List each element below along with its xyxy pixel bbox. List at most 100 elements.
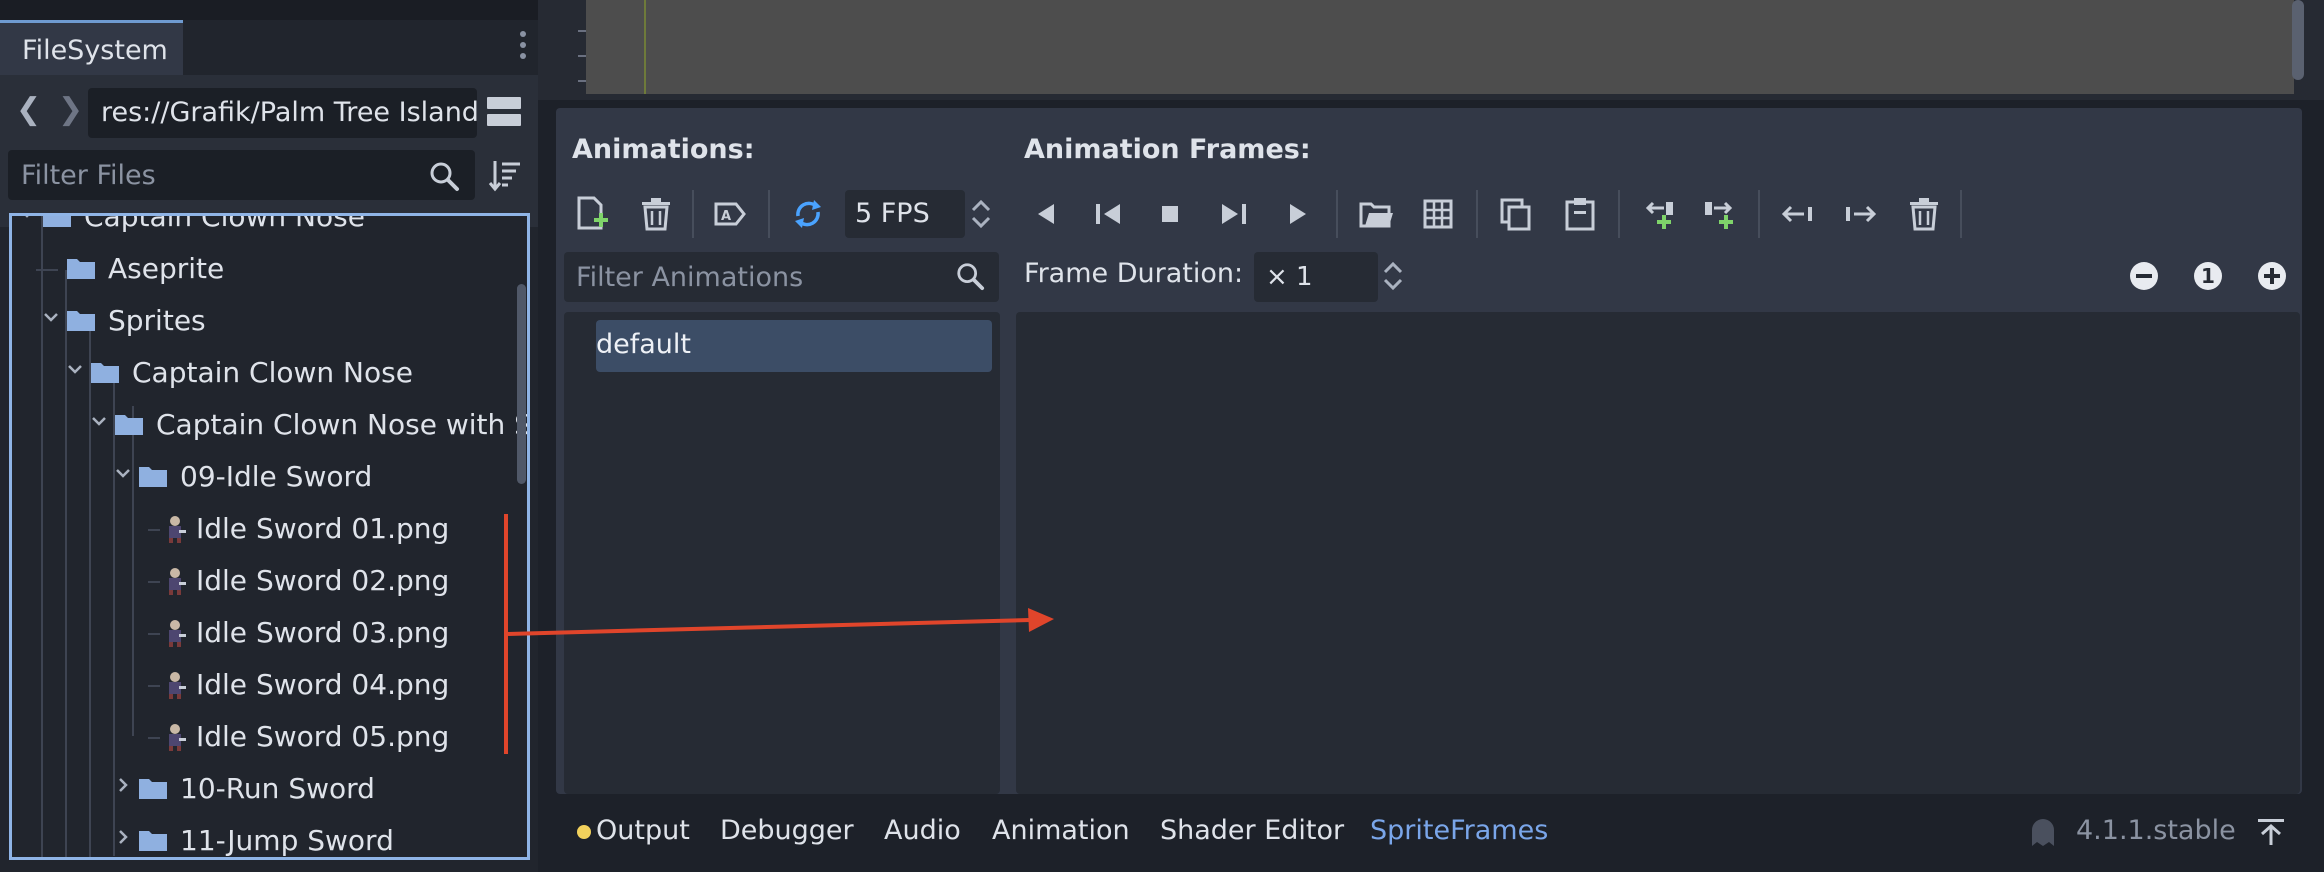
toolbar-separator <box>1476 190 1478 238</box>
move-frame-right-icon[interactable] <box>1842 194 1878 234</box>
autoplay-on-load-icon[interactable]: A <box>712 194 748 234</box>
sprite-file-icon <box>169 568 186 595</box>
zoom-in-icon[interactable] <box>2256 260 2288 292</box>
sprite-file-icon <box>169 672 186 699</box>
tree-file-item[interactable]: Idle Sword 03.png <box>12 609 512 659</box>
add-frame-from-file-icon[interactable] <box>1358 194 1394 234</box>
chevron-down-icon[interactable] <box>114 464 132 482</box>
dock-menu-icon[interactable] <box>512 28 534 68</box>
animation-item-default[interactable]: default <box>596 320 992 372</box>
tab-filesystem[interactable]: FileSystem <box>0 20 183 75</box>
toolbar-separator <box>1336 190 1338 238</box>
path-field[interactable]: res://Grafik/Palm Tree Island/Sprites/Ca… <box>88 88 477 138</box>
tree-scrollbar-thumb[interactable] <box>517 284 526 484</box>
tree-item-label: Aseprite <box>108 252 225 285</box>
search-icon <box>955 261 985 291</box>
chevron-down-icon[interactable] <box>66 360 84 378</box>
filter-files-input[interactable]: Filter Files <box>8 150 475 200</box>
toolbar-separator <box>1758 190 1760 238</box>
tree-file-item[interactable]: Idle Sword 04.png <box>12 661 512 711</box>
folder-icon <box>43 216 71 227</box>
tab-animation[interactable]: Animation <box>992 815 1130 846</box>
sprite-file-icon <box>169 516 186 543</box>
expand-panel-icon[interactable] <box>2256 816 2286 848</box>
paste-frame-icon[interactable] <box>1562 194 1598 234</box>
tree-item-label: 09-Idle Sword <box>180 460 373 493</box>
play-forward-icon[interactable] <box>1216 194 1252 234</box>
delete-frame-icon[interactable] <box>1906 194 1942 234</box>
filter-animations-placeholder: Filter Animations <box>576 262 804 293</box>
viewport-scrollbar[interactable] <box>2292 0 2304 80</box>
toolbar-separator <box>692 190 694 238</box>
path-text: res://Grafik/Palm Tree Island/Sprites/Ca… <box>101 97 477 128</box>
tree-folder-item[interactable]: Captain Clown Nose with Sword <box>12 401 527 451</box>
tree-item-label: Captain Clown Nose with Sword <box>156 408 527 441</box>
frame-duration-label: Frame Duration: <box>1024 258 1244 289</box>
chevron-down-icon[interactable] <box>18 213 36 222</box>
folder-icon <box>139 831 167 851</box>
move-frame-left-icon[interactable] <box>1780 194 1816 234</box>
tree-folder-item[interactable]: Sprites <box>12 297 512 347</box>
tree-item-label: Idle Sword 01.png <box>196 512 450 545</box>
fps-value: 5 FPS <box>855 198 930 229</box>
copy-frame-icon[interactable] <box>1498 194 1534 234</box>
add-frames-from-sheet-icon[interactable] <box>1420 194 1456 234</box>
forward-arrow-icon[interactable]: ❯ <box>58 92 83 127</box>
sprite-file-icon <box>169 620 186 647</box>
tree-folder-item[interactable]: Captain Clown Nose <box>12 349 512 399</box>
tree-item-label: 11-Jump Sword <box>180 824 394 857</box>
tree-item-label: Idle Sword 02.png <box>196 564 450 597</box>
play-backwards-from-end-icon[interactable] <box>1028 194 1064 234</box>
tree-item-label: 10-Run Sword <box>180 772 375 805</box>
tree-file-item[interactable]: Idle Sword 02.png <box>12 557 512 607</box>
dock-splitter[interactable] <box>538 0 556 100</box>
tree-folder-item[interactable]: 10-Run Sword <box>12 765 512 815</box>
frames-drop-area[interactable] <box>1016 312 2300 794</box>
tree-folder-item[interactable]: 11-Jump Sword <box>12 817 512 857</box>
zoom-out-icon[interactable] <box>2128 260 2160 292</box>
fps-spinbox[interactable]: 5 FPS <box>845 190 965 238</box>
chevron-right-icon[interactable] <box>114 776 132 794</box>
animation-item-label: default <box>596 329 692 360</box>
tab-debugger[interactable]: Debugger <box>720 815 854 846</box>
sort-icon[interactable] <box>488 158 522 192</box>
canvas-2d[interactable] <box>586 0 2294 94</box>
animation-frames-header: Animation Frames: <box>1024 134 1311 165</box>
chevron-right-icon[interactable] <box>114 828 132 846</box>
tree-folder-item[interactable]: Captain Clown Nose <box>12 213 512 243</box>
tree-folder-item[interactable]: 09-Idle Sword <box>12 453 512 503</box>
toggle-split-mode-icon[interactable] <box>487 97 521 131</box>
tree-file-item[interactable]: Idle Sword 01.png <box>12 505 512 555</box>
toolbar-separator <box>768 190 770 238</box>
stop-icon[interactable] <box>1152 194 1188 234</box>
toolbar-separator <box>1618 190 1620 238</box>
chevron-down-icon[interactable] <box>42 308 60 326</box>
filter-animations-input[interactable]: Filter Animations <box>564 252 999 302</box>
frame-duration-spinbox[interactable]: × 1 <box>1254 252 1378 302</box>
tab-filesystem-label: FileSystem <box>22 35 168 66</box>
animations-header: Animations: <box>572 134 755 165</box>
sprite-file-icon <box>169 724 186 751</box>
new-animation-icon[interactable] <box>574 194 610 234</box>
loop-icon[interactable] <box>790 194 826 234</box>
tree-item-label: Captain Clown Nose <box>132 356 413 389</box>
tab-shader-editor[interactable]: Shader Editor <box>1160 815 1344 846</box>
search-icon <box>428 160 460 192</box>
insert-empty-before-icon[interactable] <box>1640 194 1676 234</box>
frame-duration-stepper-icon[interactable] <box>1380 258 1406 294</box>
zoom-reset-icon[interactable]: 1 <box>2192 260 2224 292</box>
fps-stepper-icon[interactable] <box>968 196 994 232</box>
file-tree[interactable]: Captain Clown Nose Aseprite Sprites Captain… <box>9 213 530 860</box>
tree-file-item[interactable]: Idle Sword 05.png <box>12 713 512 763</box>
play-backwards-icon[interactable] <box>1090 194 1126 234</box>
chevron-down-icon[interactable] <box>90 412 108 430</box>
tree-folder-item[interactable]: Aseprite <box>12 245 512 295</box>
vertical-ruler <box>556 0 586 94</box>
tab-output[interactable]: Output <box>596 815 690 846</box>
tab-spriteframes[interactable]: SpriteFrames <box>1370 815 1548 846</box>
delete-animation-icon[interactable] <box>638 194 674 234</box>
back-arrow-icon[interactable]: ❮ <box>16 92 41 127</box>
insert-empty-after-icon[interactable] <box>1702 194 1738 234</box>
tab-audio[interactable]: Audio <box>884 815 961 846</box>
play-from-start-icon[interactable] <box>1280 194 1316 234</box>
